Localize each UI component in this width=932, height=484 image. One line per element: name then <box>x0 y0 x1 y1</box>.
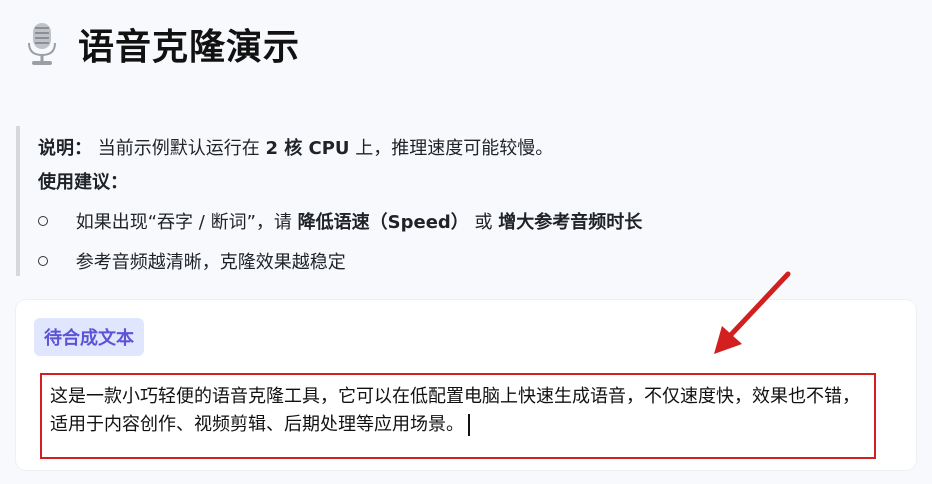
annotation-arrow-icon <box>714 271 791 354</box>
tip2-text: 参考音频越清晰，克隆效果越稳定 <box>75 252 346 273</box>
tip1-or: 或 <box>474 212 493 233</box>
note-tip-2: 参考音频越清晰，克隆效果越稳定 <box>38 248 346 274</box>
tip1-prefix: 如果出现“吞字 / 断词”，请 <box>75 212 292 233</box>
page-header: 语音克隆演示 <box>26 18 300 70</box>
synthesis-text-input[interactable]: 这是一款小巧轻便的语音克隆工具，它可以在低配置电脑上快速生成语音，不仅速度快，效… <box>40 373 876 459</box>
note-line-cpu: 说明： 当前示例默认运行在 2 核 CPU 上，推理速度可能较慢。 <box>38 134 553 160</box>
synthesis-label: 待合成文本 <box>34 318 144 356</box>
tip1-duration: 增大参考音频时长 <box>498 212 643 233</box>
page-title: 语音克隆演示 <box>78 27 301 68</box>
note-text-before: 当前示例默认运行在 <box>97 138 260 159</box>
note-label: 说明： <box>38 138 92 159</box>
synthesis-text: 这是一款小巧轻便的语音克隆工具，它可以在低配置电脑上快速生成语音，不仅速度快，效… <box>50 386 860 435</box>
microphone-icon <box>28 23 56 65</box>
note-text-after: 上，推理速度可能较慢。 <box>355 138 554 159</box>
text-caret <box>468 414 470 436</box>
tip1-speed: 降低语速（Speed） <box>297 212 469 233</box>
note-tip-1: 如果出现“吞字 / 断词”，请 降低语速（Speed） 或 增大参考音频时长 <box>38 208 642 234</box>
bullet-icon <box>38 216 48 226</box>
info-note: 说明： 当前示例默认运行在 2 核 CPU 上，推理速度可能较慢。 使用建议： … <box>16 126 896 276</box>
note-cpu-cores: 2 核 CPU <box>265 138 350 159</box>
note-advice-label: 使用建议： <box>38 172 128 193</box>
bullet-icon <box>38 256 48 266</box>
